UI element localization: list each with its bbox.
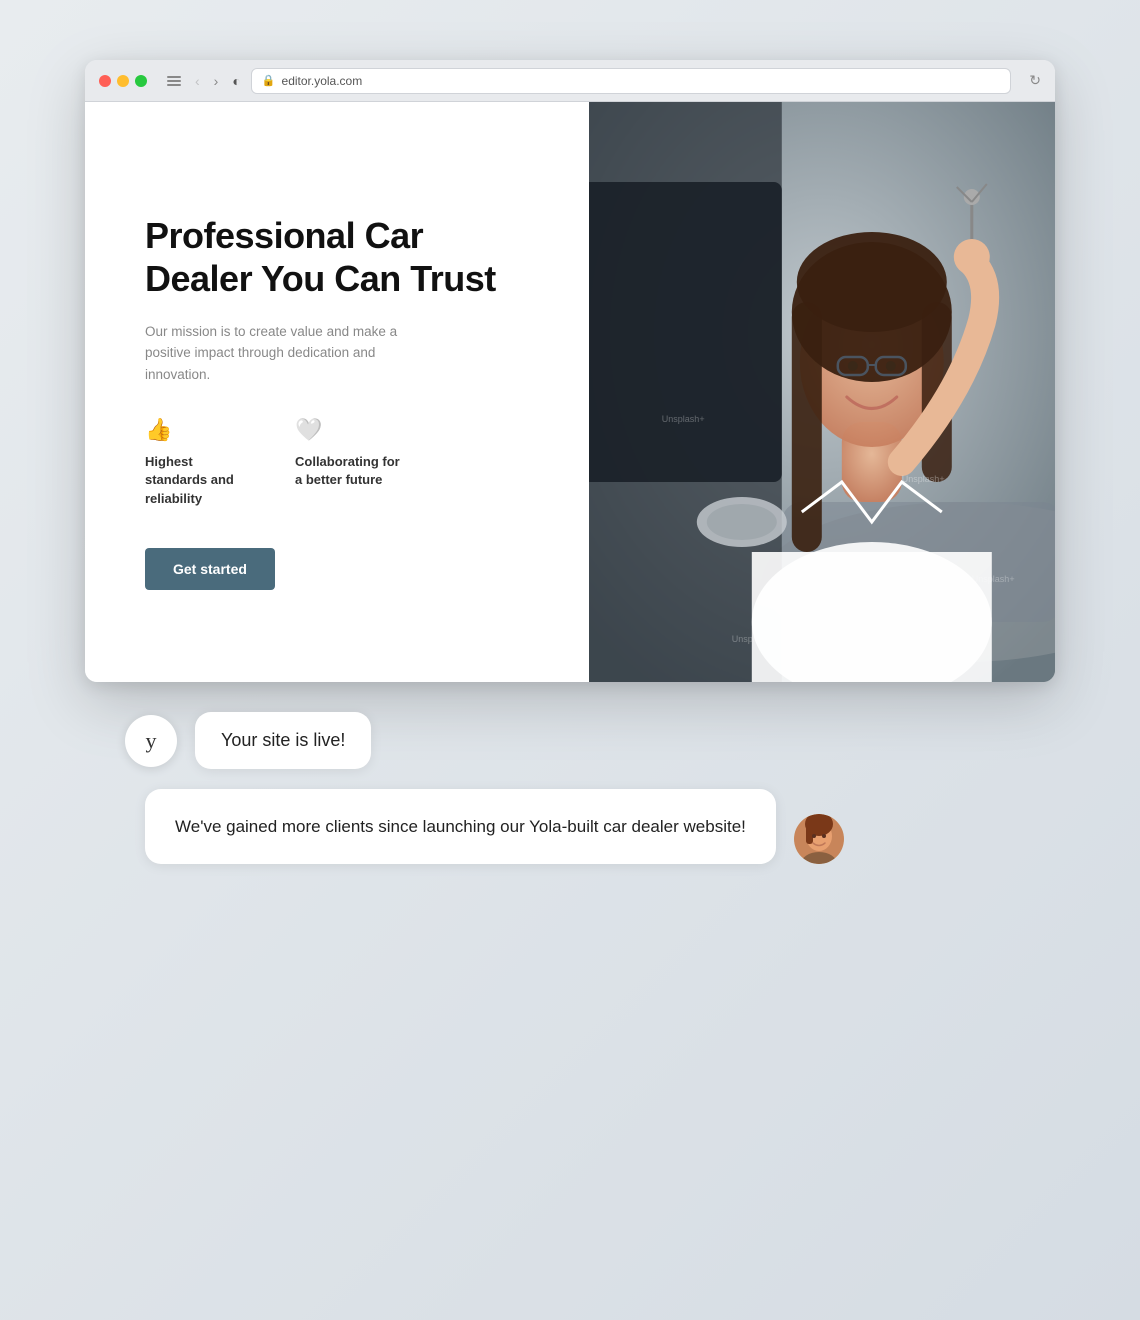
hero-description: Our mission is to create value and make … bbox=[145, 321, 425, 386]
user-message-text: We've gained more clients since launchin… bbox=[175, 817, 746, 836]
user-bubble: We've gained more clients since launchin… bbox=[145, 789, 776, 864]
maximize-button[interactable] bbox=[135, 75, 147, 87]
user-message-row: We've gained more clients since launchin… bbox=[125, 789, 844, 864]
url-text: editor.yola.com bbox=[282, 74, 363, 88]
hero-title: Professional Car Dealer You Can Trust bbox=[145, 214, 539, 300]
browser-window: ‹ › ◐ 🔒 editor.yola.com ↻ Professional C… bbox=[85, 60, 1055, 682]
thumbs-up-icon: 👍 bbox=[145, 417, 255, 443]
hero-left: Professional Car Dealer You Can Trust Ou… bbox=[85, 102, 589, 682]
reload-button[interactable]: ↻ bbox=[1029, 72, 1041, 89]
hero-image: Unsplash+ Unsplash+ Unsplash+ Unsplash+ bbox=[589, 102, 1055, 682]
get-started-button[interactable]: Get started bbox=[145, 548, 275, 590]
minimize-button[interactable] bbox=[117, 75, 129, 87]
browser-toolbar: ‹ › ◐ 🔒 editor.yola.com ↻ bbox=[85, 60, 1055, 102]
heart-icon: 🤍 bbox=[295, 417, 405, 443]
chat-section: y Your site is live! We've gained more c… bbox=[85, 682, 884, 894]
url-bar[interactable]: 🔒 editor.yola.com bbox=[251, 68, 1011, 94]
svg-text:Unsplash+: Unsplash+ bbox=[902, 474, 945, 484]
back-arrow-icon[interactable]: ‹ bbox=[191, 71, 204, 91]
feature-label-1: Highest standards and reliability bbox=[145, 453, 255, 508]
nav-arrows: ‹ › bbox=[191, 71, 222, 91]
yola-logo-letter: y bbox=[146, 728, 157, 754]
yola-bubble: Your site is live! bbox=[195, 712, 371, 769]
car-image-placeholder: Unsplash+ Unsplash+ Unsplash+ Unsplash+ bbox=[589, 102, 1055, 682]
svg-text:Unsplash+: Unsplash+ bbox=[662, 414, 705, 424]
lock-icon: 🔒 bbox=[262, 74, 276, 87]
feature-item-2: 🤍 Collaborating for a better future bbox=[295, 417, 405, 508]
yola-avatar: y bbox=[125, 715, 177, 767]
traffic-lights bbox=[99, 75, 147, 87]
system-message-text: Your site is live! bbox=[221, 730, 345, 750]
features-row: 👍 Highest standards and reliability 🤍 Co… bbox=[145, 417, 539, 508]
user-avatar bbox=[794, 814, 844, 864]
sidebar-toggle-icon[interactable] bbox=[167, 76, 181, 86]
outer-container: ‹ › ◐ 🔒 editor.yola.com ↻ Professional C… bbox=[85, 60, 1055, 1260]
brightness-icon: ◐ bbox=[232, 73, 240, 89]
close-button[interactable] bbox=[99, 75, 111, 87]
svg-text:Unsplash+: Unsplash+ bbox=[972, 574, 1015, 584]
browser-content: Professional Car Dealer You Can Trust Ou… bbox=[85, 102, 1055, 682]
feature-item-1: 👍 Highest standards and reliability bbox=[145, 417, 255, 508]
svg-text:Unsplash+: Unsplash+ bbox=[732, 634, 775, 644]
yola-message-row: y Your site is live! bbox=[125, 712, 844, 769]
forward-arrow-icon[interactable]: › bbox=[210, 71, 223, 91]
feature-label-2: Collaborating for a better future bbox=[295, 453, 405, 489]
